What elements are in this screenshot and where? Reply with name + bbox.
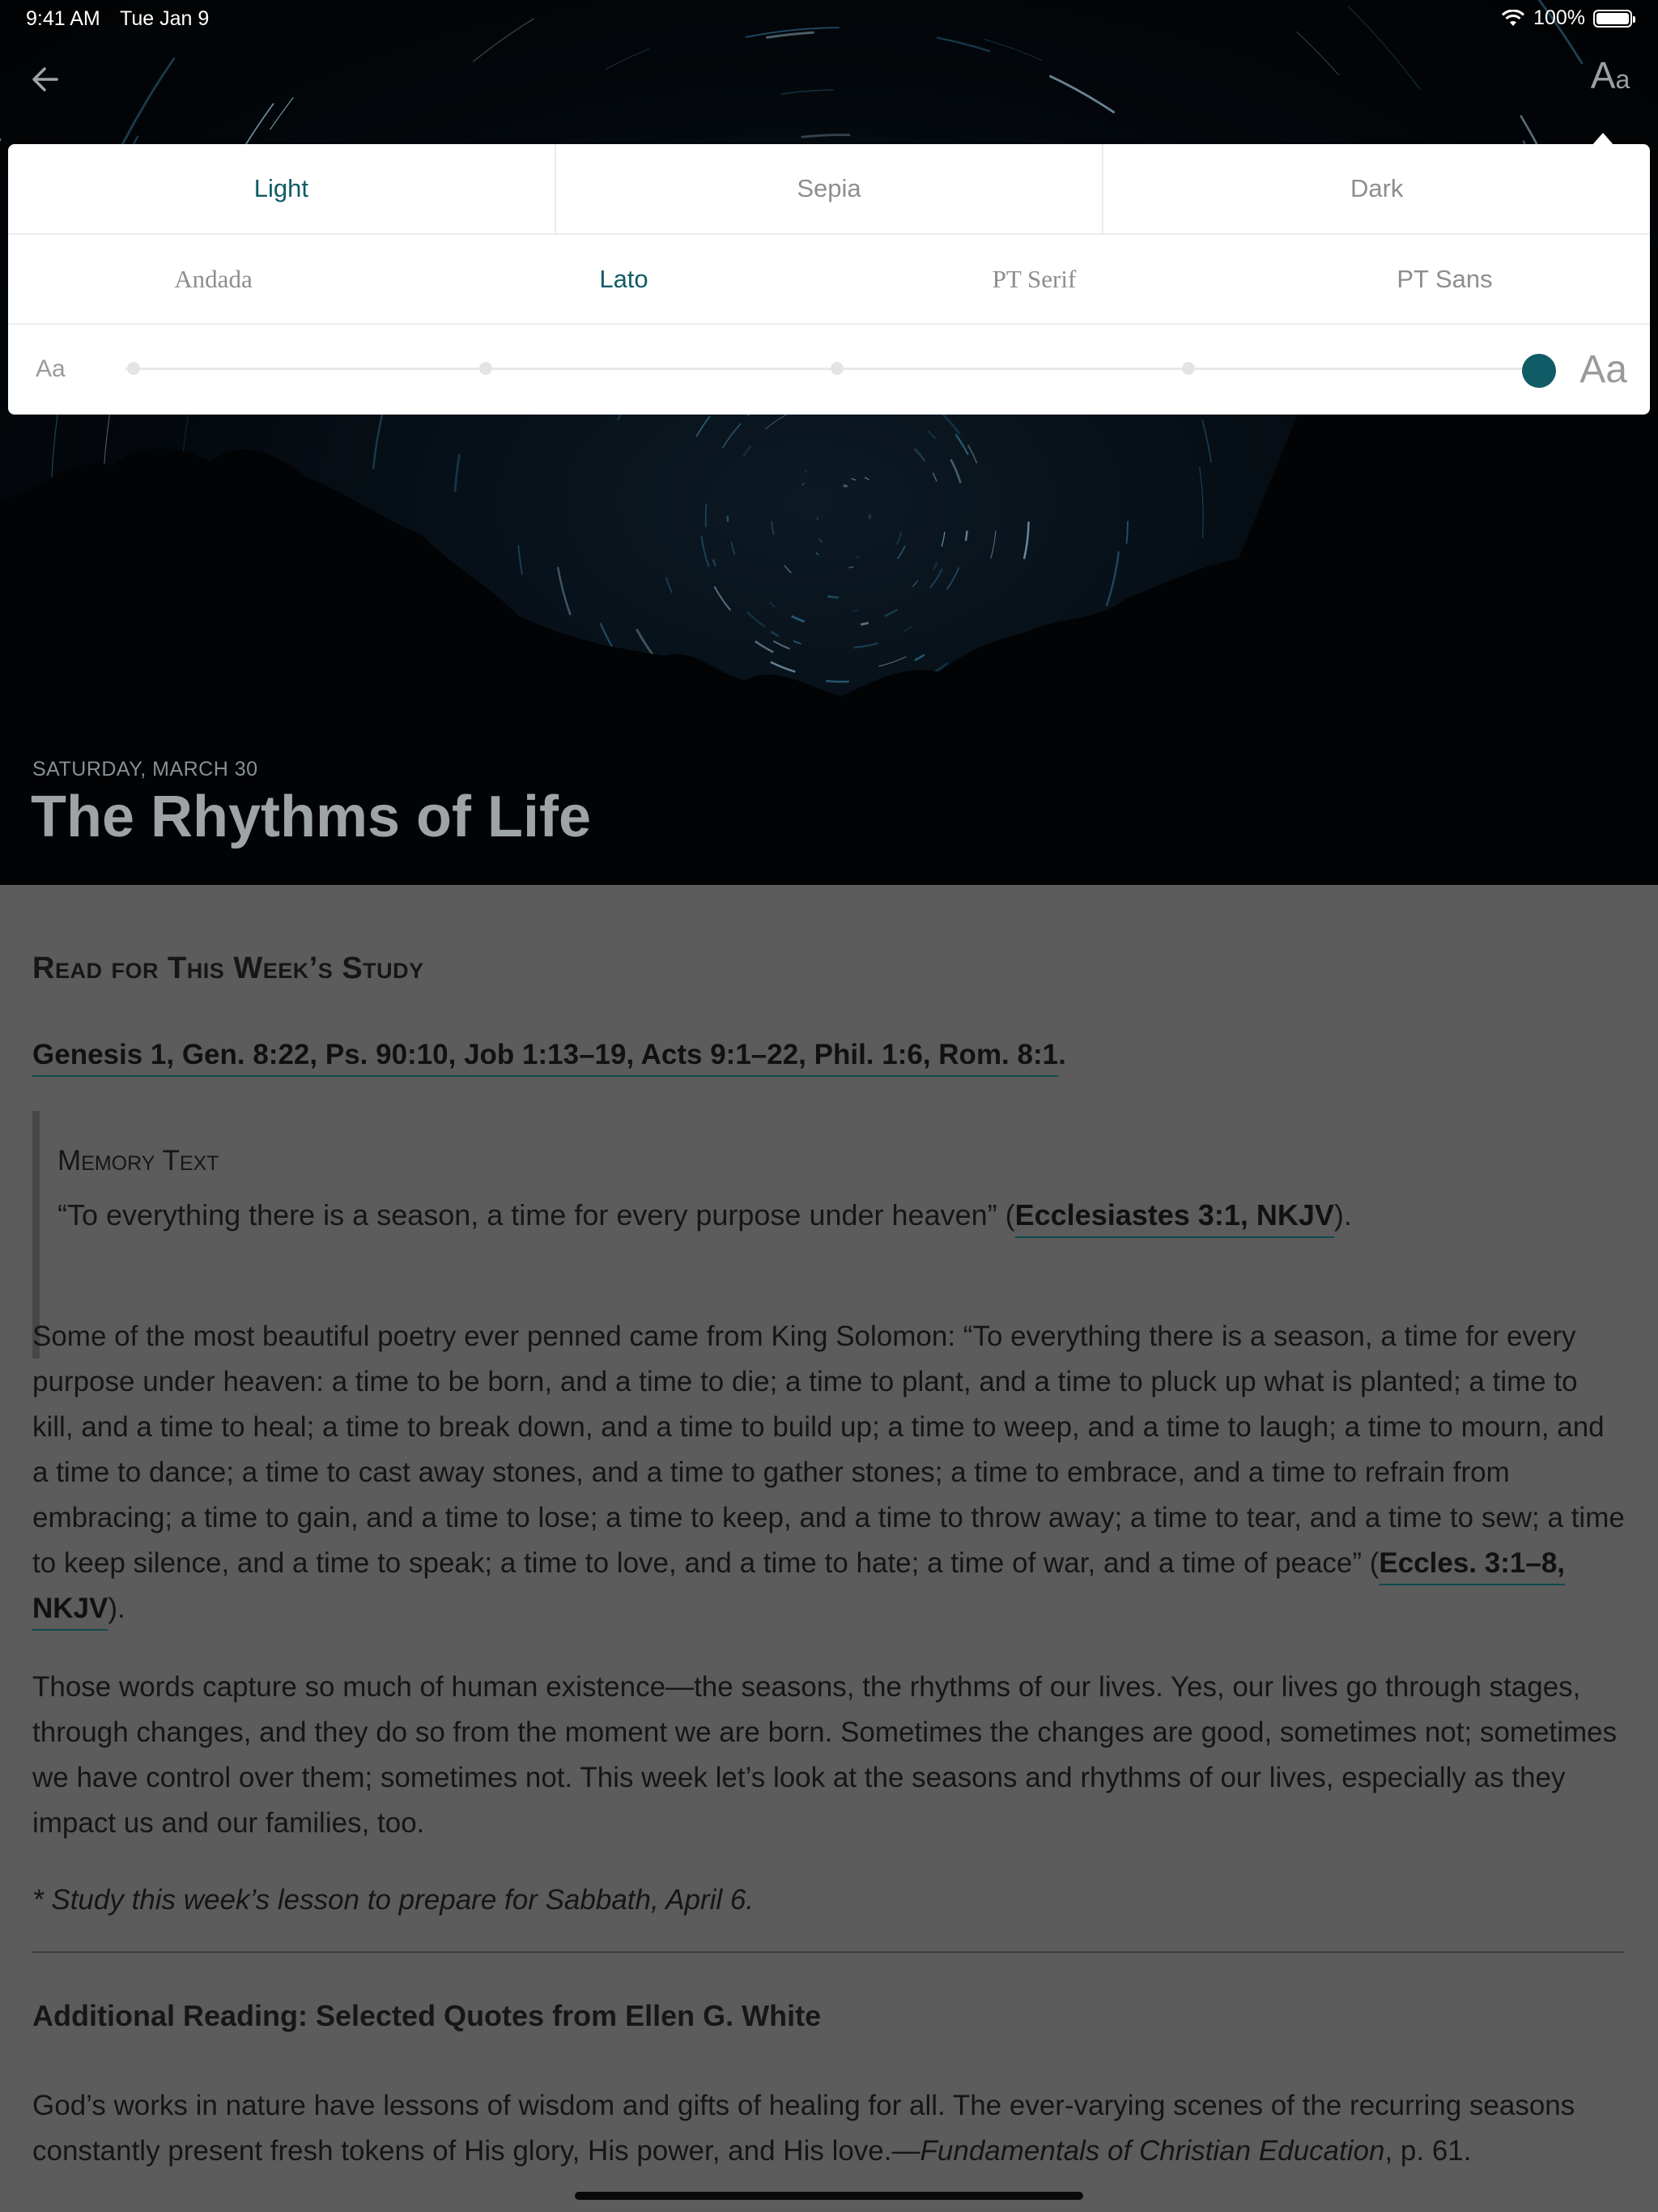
paragraph-4-end: , p. 61.	[1384, 2135, 1472, 2167]
status-date: Tue Jan 9	[120, 7, 210, 30]
status-time: 9:41 AM	[26, 7, 100, 30]
font-andada-option[interactable]: Andada	[8, 235, 419, 323]
paragraph-1: Some of the most beautiful poetry ever p…	[32, 1314, 1626, 1631]
section-divider	[32, 1951, 1624, 1953]
paragraph-4-source: Fundamentals of Christian Education	[920, 2135, 1385, 2167]
memory-text-heading: Memory Text	[57, 1145, 219, 1176]
memory-quote-end: ).	[1333, 1198, 1352, 1231]
lesson-date: SATURDAY, MARCH 30	[32, 758, 258, 781]
font-pt-sans-option[interactable]: PT Sans	[1239, 235, 1650, 323]
study-references: Genesis 1, Gen. 8:22, Ps. 90:10, Job 1:1…	[32, 1039, 1627, 1077]
back-button[interactable]	[23, 57, 68, 102]
paragraph-1-end: ).	[108, 1593, 125, 1624]
wifi-icon	[1501, 9, 1525, 26]
tree-silhouette	[0, 243, 1658, 885]
font-size-large-label: Aa	[1579, 348, 1627, 391]
paragraph-1-text: Some of the most beautiful poetry ever p…	[32, 1321, 1625, 1579]
theme-sepia-option[interactable]: Sepia	[556, 144, 1104, 233]
font-size-tick-2[interactable]	[479, 362, 492, 375]
font-selector: Andada Lato PT Serif PT Sans	[8, 235, 1650, 325]
battery-icon	[1593, 9, 1635, 28]
status-bar: 9:41 AM Tue Jan 9 100%	[0, 0, 1658, 39]
paragraph-2: Those words capture so much of human exi…	[32, 1671, 1618, 1839]
lesson-title: The Rhythms of Life	[31, 785, 592, 849]
study-section-heading: Read for This Week’s Study	[32, 951, 424, 985]
font-size-slider-thumb[interactable]	[1522, 354, 1556, 388]
font-size-row: Aa Aa	[8, 325, 1650, 413]
font-size-tick-3[interactable]	[831, 362, 844, 375]
study-references-end: .	[1058, 1039, 1066, 1070]
memory-quote: “To everything there is a season, a time…	[57, 1198, 1015, 1231]
theme-selector: Light Sepia Dark	[8, 144, 1650, 235]
memory-reference-link[interactable]: Ecclesiastes 3:1, NKJV	[1014, 1198, 1334, 1238]
paragraph-4: God’s works in nature have lessons of wi…	[32, 2083, 1626, 2174]
home-indicator[interactable]	[575, 2192, 1083, 2200]
font-size-tick-4[interactable]	[1182, 362, 1195, 375]
lesson-content: Read for This Week’s Study Genesis 1, Ge…	[0, 885, 1658, 2212]
font-size-tick-1[interactable]	[127, 362, 140, 375]
study-note: * Study this week’s lesson to prepare fo…	[32, 1884, 755, 1916]
theme-dark-option[interactable]: Dark	[1103, 144, 1650, 233]
font-size-small-label: Aa	[36, 355, 66, 382]
font-pt-serif-option[interactable]: PT Serif	[829, 235, 1239, 323]
text-size-icon-small: a	[1615, 65, 1630, 94]
font-lato-option[interactable]: Lato	[419, 235, 829, 323]
study-references-link[interactable]: Genesis 1, Gen. 8:22, Ps. 90:10, Job 1:1…	[32, 1039, 1059, 1077]
reading-settings-popover: Light Sepia Dark Andada Lato PT Serif PT…	[8, 144, 1650, 415]
text-size-icon-large: A	[1590, 54, 1616, 96]
arrow-left-icon	[32, 67, 58, 91]
status-indicators: 100%	[1501, 6, 1635, 30]
theme-light-option[interactable]: Light	[8, 144, 556, 233]
memory-text-quote: “To everything there is a season, a time…	[57, 1198, 1620, 1238]
battery-percent: 100%	[1533, 6, 1585, 29]
lesson-hero-image: 9:41 AM Tue Jan 9 100% Aa SATURDAY, MARC…	[0, 0, 1658, 885]
additional-reading-heading: Additional Reading: Selected Quotes from…	[32, 1999, 822, 2032]
text-settings-button[interactable]: Aa	[1582, 53, 1639, 102]
